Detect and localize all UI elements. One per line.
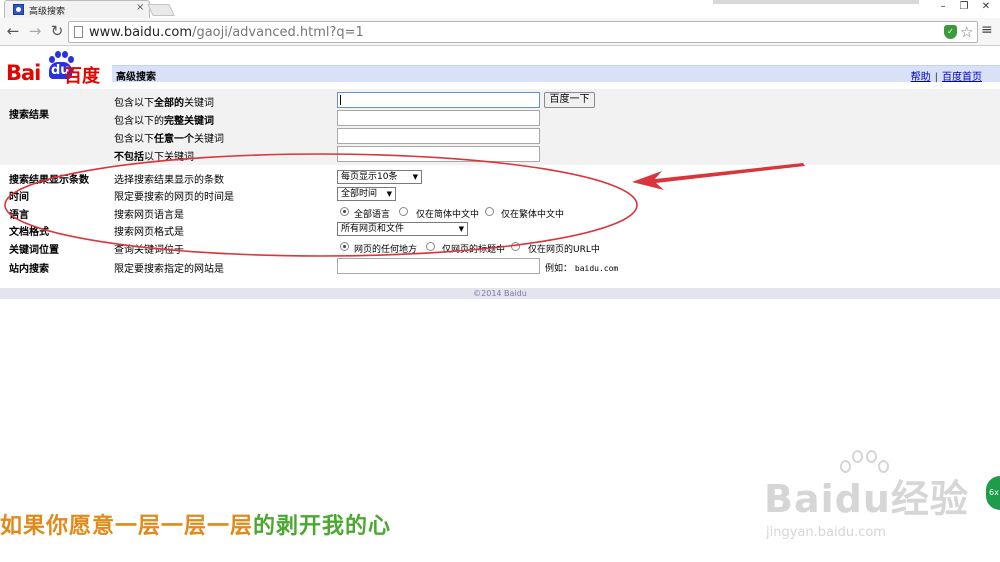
- site-search-input[interactable]: [337, 258, 540, 274]
- dropdown-arrow-icon: ▼: [458, 225, 464, 233]
- help-link[interactable]: 帮助: [911, 72, 931, 83]
- radio-label: 全部语言: [354, 210, 391, 220]
- keyword-position-desc: 查询关键词位于: [114, 245, 184, 256]
- site-search-label: 站内搜索: [9, 264, 49, 275]
- annotation-ellipse: [4, 153, 638, 257]
- home-link[interactable]: 百度首页: [942, 72, 982, 83]
- radio-simplified-chinese[interactable]: [399, 207, 408, 216]
- url-text[interactable]: www.baidu.com/gaoji/advanced.html?q=1: [89, 25, 364, 40]
- kw-exclude-label: 不包括以下关键词: [114, 152, 194, 163]
- new-tab-button[interactable]: [147, 4, 175, 16]
- page-title: 高级搜索: [116, 72, 156, 83]
- tab-strip: 高级搜索 × – ❐ ✕: [0, 0, 1000, 18]
- radio-label: 仅在繁体中文中: [501, 210, 565, 220]
- radio-title-only[interactable]: [426, 242, 435, 251]
- radio-label: 仅在简体中文中: [416, 210, 480, 220]
- kw-any-label: 包含以下任意一个关键词: [114, 134, 224, 145]
- window-titlebar-area: [713, 0, 919, 4]
- search-button[interactable]: 百度一下: [544, 92, 595, 108]
- back-arrow-icon[interactable]: ←: [4, 22, 22, 40]
- site-search-desc: 限定要搜索指定的网站是: [114, 264, 224, 275]
- doc-format-desc: 搜索网页格式是: [114, 227, 184, 238]
- help-links: 帮助 | 百度首页: [910, 72, 982, 83]
- title-bar: 高级搜索 帮助 | 百度首页: [112, 65, 1000, 83]
- results-count-label: 搜索结果显示条数: [9, 175, 89, 186]
- time-label: 时间: [9, 192, 29, 203]
- video-subtitle: 如果你愿意一层一层一层的剥开我的心: [0, 514, 392, 539]
- bookmark-star-icon[interactable]: ☆: [960, 23, 973, 41]
- exclude-keywords-input[interactable]: [337, 146, 540, 162]
- close-window-button[interactable]: ✕: [975, 0, 997, 14]
- site-example: 例如： baidu.com: [545, 264, 619, 274]
- exact-phrase-input[interactable]: [337, 110, 540, 126]
- radio-traditional-chinese[interactable]: [485, 207, 494, 216]
- radio-url-only[interactable]: [511, 242, 520, 251]
- results-count-desc: 选择搜索结果显示的条数: [114, 175, 224, 186]
- radio-anywhere[interactable]: [340, 242, 349, 251]
- time-select[interactable]: 全部时间 ▼: [337, 187, 396, 201]
- time-desc: 限定要搜索的网页的时间是: [114, 192, 234, 203]
- radio-all-languages[interactable]: [340, 207, 349, 216]
- dropdown-arrow-icon: ▼: [412, 173, 418, 181]
- browser-tab[interactable]: 高级搜索 ×: [4, 0, 150, 18]
- text-caret: [340, 95, 341, 105]
- any-keywords-input[interactable]: [337, 128, 540, 144]
- browser-menu-icon[interactable]: ≡: [981, 23, 995, 37]
- search-results-label: 搜索结果: [9, 110, 49, 121]
- favicon-icon: [13, 4, 24, 15]
- doc-format-label: 文档格式: [9, 227, 49, 238]
- side-badge[interactable]: 6x: [986, 476, 1000, 510]
- address-bar[interactable]: www.baidu.com/gaoji/advanced.html?q=1 ✓ …: [68, 21, 978, 43]
- restore-button[interactable]: ❐: [953, 0, 975, 14]
- results-count-select[interactable]: 每页显示10条 ▼: [337, 170, 422, 184]
- browser-toolbar: ← → ↻ www.baidu.com/gaoji/advanced.html?…: [0, 18, 1000, 46]
- radio-label: 网页的任何地方: [354, 245, 418, 255]
- minimize-button[interactable]: –: [932, 0, 954, 14]
- reload-icon[interactable]: ↻: [48, 22, 66, 40]
- kw-exact-label: 包含以下的完整关键词: [114, 116, 214, 127]
- baidu-logo[interactable]: Bai du 百度: [6, 50, 106, 87]
- annotation-arrow: [632, 163, 805, 190]
- forward-arrow-icon[interactable]: →: [26, 22, 44, 40]
- kw-all-label: 包含以下全部的关键词: [114, 98, 214, 109]
- tab-title: 高级搜索: [29, 7, 66, 17]
- language-desc: 搜索网页语言是: [114, 210, 184, 221]
- baidu-jingyan-watermark: Baidu经验 jingyan.baidu.com: [760, 450, 980, 545]
- doc-format-select[interactable]: 所有网页和文件 ▼: [337, 222, 468, 236]
- dropdown-arrow-icon: ▼: [386, 190, 392, 198]
- language-label: 语言: [9, 210, 29, 221]
- tab-close-icon[interactable]: ×: [136, 2, 144, 13]
- keyword-position-label: 关键词位置: [9, 245, 59, 256]
- radio-label: 仅在网页的URL中: [528, 245, 600, 255]
- shield-extension-icon[interactable]: ✓: [944, 25, 957, 39]
- copyright-text: ©2014 Baidu: [473, 289, 527, 298]
- radio-label: 仅网页的标题中: [442, 245, 506, 255]
- page-icon: [74, 26, 83, 38]
- all-keywords-input[interactable]: [337, 92, 540, 108]
